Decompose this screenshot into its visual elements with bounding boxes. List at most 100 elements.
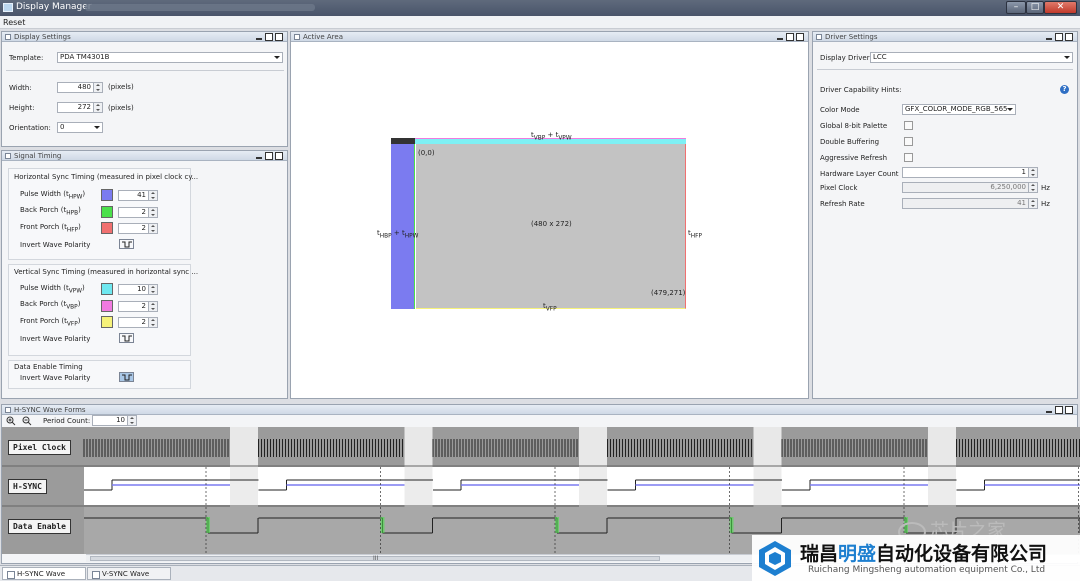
h-front-color-swatch[interactable] bbox=[101, 222, 113, 234]
minimize-panel-icon[interactable] bbox=[255, 33, 263, 41]
h-back-porch-spinner[interactable]: 2 bbox=[118, 207, 158, 218]
spin-arrows-icon[interactable] bbox=[148, 302, 157, 311]
company-name-cn: 瑞昌明盛自动化设备有限公司 bbox=[800, 543, 1048, 565]
color-mode-select[interactable]: GFX_COLOR_MODE_RGB_565 bbox=[902, 104, 1016, 115]
h-back-color-swatch[interactable] bbox=[101, 206, 113, 218]
v-pulse-color-swatch[interactable] bbox=[101, 283, 113, 295]
h-front-porch-spinner[interactable]: 2 bbox=[118, 223, 158, 234]
panel-icon bbox=[5, 407, 11, 413]
minimize-panel-icon[interactable] bbox=[1045, 406, 1053, 414]
zoom-in-icon[interactable] bbox=[6, 416, 16, 426]
restore-panel-icon[interactable] bbox=[786, 33, 794, 41]
minimize-panel-icon[interactable] bbox=[255, 152, 263, 160]
aggressive-refresh-checkbox[interactable] bbox=[904, 153, 913, 162]
maximize-panel-icon[interactable] bbox=[796, 33, 804, 41]
layer-count-spinner[interactable]: 1 bbox=[902, 167, 1038, 178]
period-count-label: Period Count: bbox=[43, 417, 91, 425]
maximize-panel-icon[interactable] bbox=[1065, 33, 1073, 41]
spin-arrows-icon[interactable] bbox=[127, 416, 136, 425]
maximize-button[interactable]: □ bbox=[1026, 1, 1044, 14]
height-label: Height: bbox=[9, 104, 35, 112]
close-button[interactable]: ✕ bbox=[1044, 1, 1077, 14]
width-value: 480 bbox=[77, 83, 91, 91]
chevron-down-icon bbox=[1064, 56, 1070, 59]
height-spinner[interactable]: 272 bbox=[57, 102, 103, 113]
horizontal-sync-band bbox=[391, 144, 415, 309]
tab-hsync-waveforms[interactable]: H-SYNC Wave Forms bbox=[2, 567, 86, 580]
panel-header: Driver Settings bbox=[813, 32, 1077, 42]
refresh-rate-label: Refresh Rate bbox=[820, 200, 865, 208]
help-icon[interactable]: ? bbox=[1060, 85, 1069, 94]
vertical-sync-heading: Vertical Sync Timing (measured in horizo… bbox=[14, 268, 199, 276]
bottom-timing-label: tVFP bbox=[543, 302, 557, 313]
size-label: (480 x 272) bbox=[531, 220, 572, 228]
restore-panel-icon[interactable] bbox=[265, 152, 273, 160]
v-front-porch-label: Front Porch (tVFP) bbox=[20, 317, 81, 328]
spin-arrows-icon[interactable] bbox=[93, 103, 102, 112]
de-invert-polarity-button[interactable] bbox=[119, 372, 134, 382]
v-pulse-width-spinner[interactable]: 10 bbox=[118, 284, 158, 295]
maximize-panel-icon[interactable] bbox=[1065, 406, 1073, 414]
width-label: Width: bbox=[9, 84, 32, 92]
maximize-panel-icon[interactable] bbox=[275, 33, 283, 41]
data-enable-heading: Data Enable Timing bbox=[14, 363, 83, 371]
pixel-clock-signal-label: Pixel Clock bbox=[8, 440, 71, 455]
orientation-select[interactable]: 0 bbox=[57, 122, 103, 133]
active-area-canvas: tVBP + tVPW tHBP + tHPW tHFP tVFP (0,0) … bbox=[291, 42, 808, 398]
minimize-button[interactable]: – bbox=[1006, 1, 1026, 14]
zoom-out-icon[interactable] bbox=[22, 416, 32, 426]
double-buffering-checkbox[interactable] bbox=[904, 137, 913, 146]
v-front-porch-spinner[interactable]: 2 bbox=[118, 317, 158, 328]
maximize-panel-icon[interactable] bbox=[275, 152, 283, 160]
panel-title: Active Area bbox=[303, 33, 343, 41]
scrollbar-thumb[interactable]: III bbox=[90, 555, 660, 562]
spin-arrows-icon[interactable] bbox=[148, 191, 157, 200]
template-select[interactable]: PDA TM4301B bbox=[57, 52, 283, 63]
v-invert-polarity-button[interactable] bbox=[119, 333, 134, 343]
v-front-color-swatch[interactable] bbox=[101, 316, 113, 328]
back-porch-marker bbox=[380, 517, 385, 533]
tab-vsync-waveforms[interactable]: V-SYNC Wave Forms bbox=[87, 567, 171, 580]
title-bar: Display Manager – □ ✕ bbox=[0, 0, 1080, 16]
period-count-spinner[interactable]: 10 bbox=[92, 415, 137, 426]
chevron-down-icon bbox=[94, 126, 100, 129]
restore-panel-icon[interactable] bbox=[1055, 406, 1063, 414]
waveform-toolbar: Period Count: 10 bbox=[2, 415, 1077, 426]
spin-arrows-icon[interactable] bbox=[148, 224, 157, 233]
panel-title: H-SYNC Wave Forms bbox=[14, 406, 86, 414]
height-unit: (pixels) bbox=[108, 104, 134, 112]
spin-arrows-icon[interactable] bbox=[1028, 168, 1037, 177]
blanking-segment bbox=[404, 467, 433, 505]
h-pulse-color-swatch[interactable] bbox=[101, 189, 113, 201]
spin-arrows-icon[interactable] bbox=[93, 83, 102, 92]
h-pulse-width-spinner[interactable]: 41 bbox=[118, 190, 158, 201]
display-driver-select[interactable]: LCC bbox=[870, 52, 1073, 63]
active-area-panel: Active Area tVBP + tVPW tHBP + tHPW tHFP… bbox=[290, 31, 809, 399]
minimize-panel-icon[interactable] bbox=[776, 33, 784, 41]
color-mode-value: GFX_COLOR_MODE_RGB_565 bbox=[905, 105, 1008, 113]
restore-panel-icon[interactable] bbox=[265, 33, 273, 41]
h-invert-polarity-button[interactable] bbox=[119, 239, 134, 249]
spin-arrows-icon[interactable] bbox=[148, 318, 157, 327]
spin-arrows-icon[interactable] bbox=[148, 208, 157, 217]
color-mode-label: Color Mode bbox=[820, 106, 860, 114]
width-spinner[interactable]: 480 bbox=[57, 82, 103, 93]
spin-arrows-icon[interactable] bbox=[148, 285, 157, 294]
refresh-rate-spinner: 41 bbox=[902, 198, 1038, 209]
blanking-segment bbox=[753, 467, 782, 505]
title-path bbox=[85, 4, 315, 11]
palette-checkbox[interactable] bbox=[904, 121, 913, 130]
v-back-color-swatch[interactable] bbox=[101, 300, 113, 312]
restore-panel-icon[interactable] bbox=[1055, 33, 1063, 41]
data-enable-group: Data Enable Timing Invert Wave Polarity bbox=[8, 360, 191, 389]
origin-label: (0,0) bbox=[418, 149, 435, 157]
chevron-down-icon bbox=[1007, 108, 1013, 111]
minimize-panel-icon[interactable] bbox=[1045, 33, 1053, 41]
reset-menu-item[interactable]: Reset bbox=[3, 18, 25, 27]
de-invert-label: Invert Wave Polarity bbox=[20, 374, 91, 382]
panel-header: H-SYNC Wave Forms bbox=[2, 405, 1077, 415]
display-driver-label: Display Driver: bbox=[820, 54, 872, 62]
company-logo-icon bbox=[759, 541, 791, 576]
h-pulse-width-label: Pulse Width (tHPW) bbox=[20, 190, 86, 201]
v-back-porch-spinner[interactable]: 2 bbox=[118, 301, 158, 312]
